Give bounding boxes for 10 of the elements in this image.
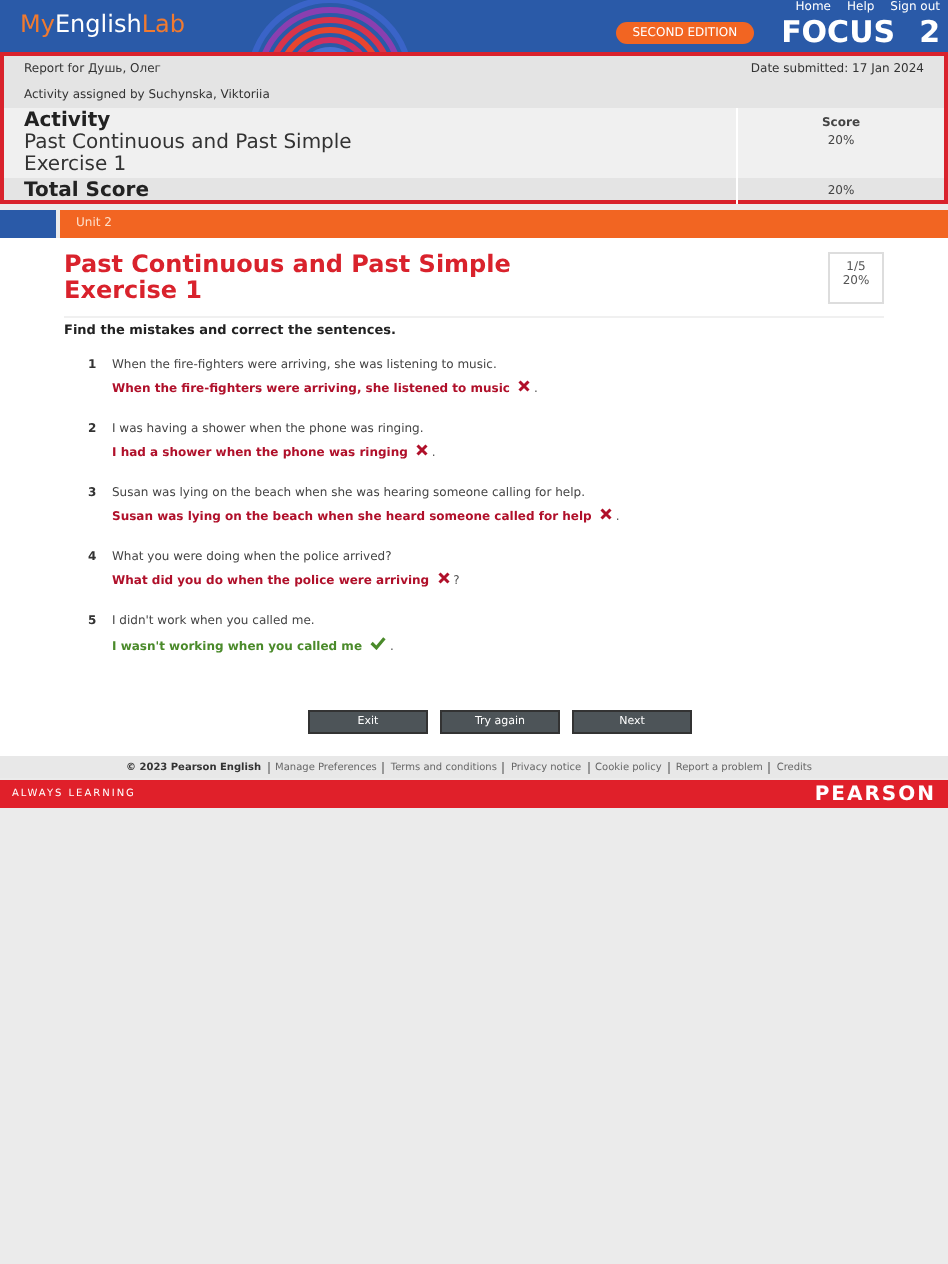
activity-name: Exercise 1	[24, 154, 129, 176]
brand-title: FOCUS	[781, 16, 896, 50]
brand-level: 2	[919, 16, 940, 50]
activity-name: Past Continuous and Past Simple	[24, 132, 354, 154]
company-logo: PEARSON	[814, 783, 936, 805]
exercise-title: Exercise 1	[64, 278, 205, 304]
activity-heading: Activity	[24, 110, 113, 132]
total-score-label: Total Score	[24, 180, 152, 202]
logo[interactable]: MyEnglishLab	[0, 0, 220, 52]
exercise-title: Past Continuous and Past Simple	[64, 252, 511, 278]
